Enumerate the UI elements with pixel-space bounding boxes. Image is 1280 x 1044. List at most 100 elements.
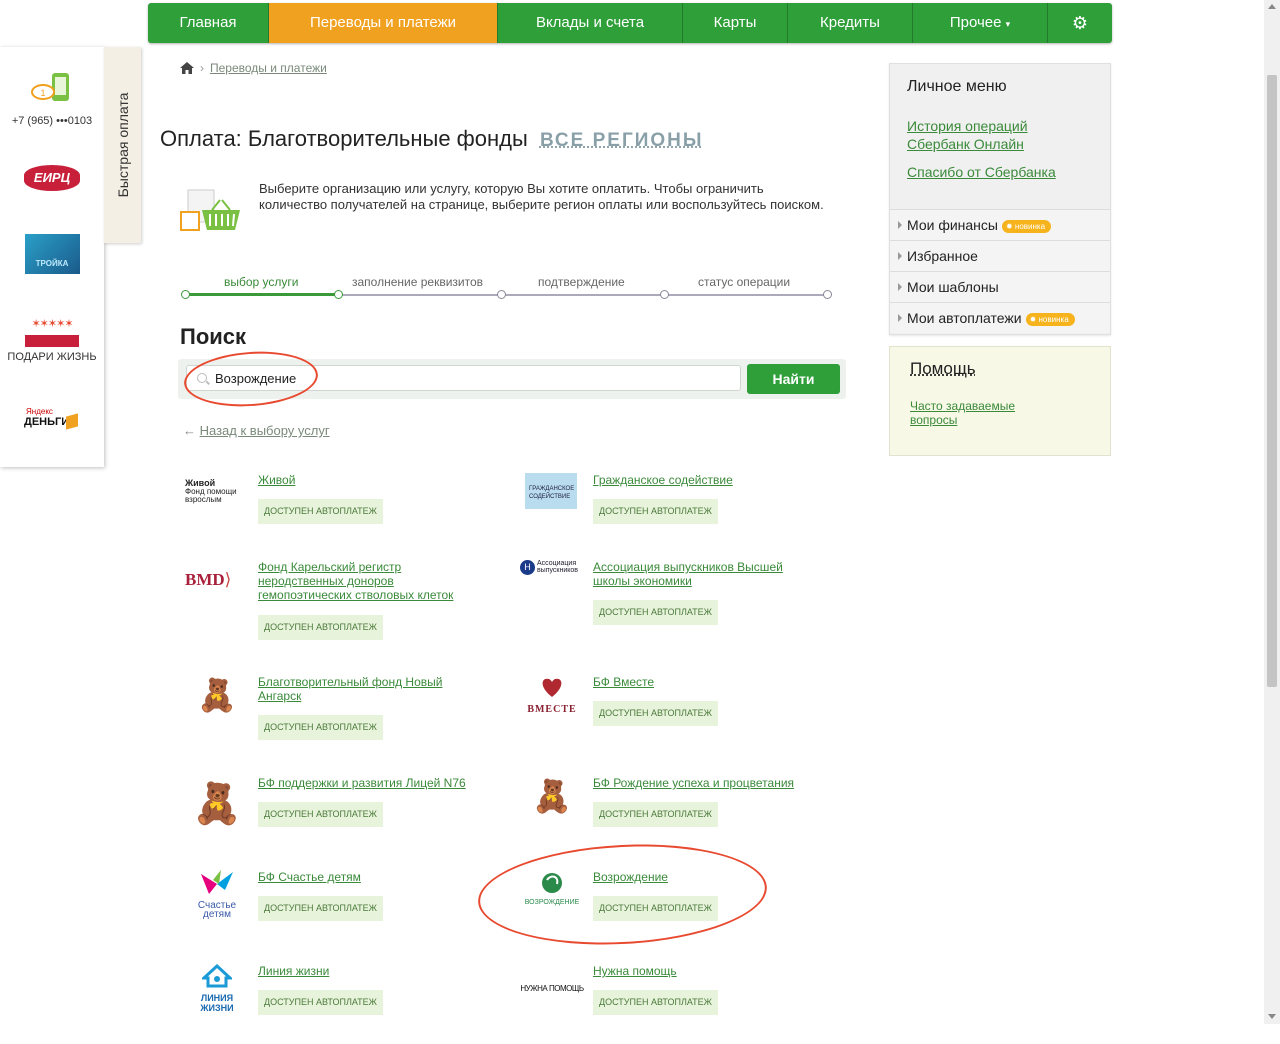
faq-link[interactable]: Часто задаваемые вопросы bbox=[910, 399, 1040, 427]
nav-other-label: Прочее bbox=[950, 14, 1002, 31]
phone-payment-icon: 1 bbox=[27, 72, 77, 106]
breadcrumb-transfers-link[interactable]: Переводы и платежи bbox=[210, 61, 327, 75]
new-badge-label: новинка bbox=[1039, 315, 1069, 324]
all-regions-link[interactable]: ВСЕ РЕГИОНЫ bbox=[540, 130, 704, 151]
menu-my-finances[interactable]: Мои финансы ✹ новинка bbox=[890, 209, 1110, 240]
autopay-badge: ДОСТУПЕН АВТОПЛАТЕЖ bbox=[258, 615, 383, 640]
service-link[interactable]: Линия жизни bbox=[258, 964, 478, 978]
nav-home[interactable]: Главная bbox=[148, 3, 269, 43]
service-link[interactable]: Ассоциация выпускников Высшей школы экон… bbox=[593, 560, 813, 588]
personal-menu-title: Личное меню bbox=[907, 78, 1007, 96]
menu-my-templates[interactable]: Мои шаблоны bbox=[890, 271, 1110, 302]
steps-track-active bbox=[185, 293, 338, 296]
menu-my-autopayments[interactable]: Мои автоплатежи ✹ новинка bbox=[890, 302, 1110, 333]
autopay-badge: ДОСТУПЕН АВТОПЛАТЕЖ bbox=[593, 802, 718, 827]
service-item: ГРАЖДАНСКОЕ СОДЕЙСТВИЕ Гражданское содей… bbox=[520, 473, 820, 553]
svg-text:1: 1 bbox=[40, 88, 45, 98]
quick-pay-troika[interactable]: ТРОЙКА bbox=[0, 234, 104, 274]
troika-logo: ТРОЙКА bbox=[25, 234, 80, 274]
new-badge: ✹ новинка bbox=[1002, 220, 1051, 233]
teddy-bear-icon[interactable]: 🧸 bbox=[520, 776, 584, 818]
menu-my-finances-label: Мои финансы bbox=[907, 217, 998, 233]
step-dot bbox=[497, 290, 506, 299]
nav-cards[interactable]: Карты bbox=[683, 3, 788, 43]
autopay-badge: ДОСТУПЕН АВТОПЛАТЕЖ bbox=[593, 600, 718, 625]
arrow-right-icon bbox=[898, 314, 902, 322]
troika-logo-text: ТРОЙКА bbox=[36, 259, 69, 268]
page-title-text: Оплата: Благотворительные фонды bbox=[160, 126, 528, 151]
step-select-service: выбор услуги bbox=[224, 275, 299, 289]
chevron-right-icon: › bbox=[200, 61, 204, 75]
spasibo-link[interactable]: Спасибо от Сбербанка bbox=[907, 163, 1056, 181]
annotation-circle-search bbox=[182, 347, 319, 410]
service-item: Счастье детям БФ Счастье детям ДОСТУПЕН А… bbox=[185, 870, 485, 950]
service-item: 🧸 БФ Рождение успеха и процветания ДОСТУ… bbox=[520, 776, 820, 856]
service-link[interactable]: Живой bbox=[258, 473, 478, 487]
page-scrollbar[interactable] bbox=[1264, 0, 1280, 1024]
arrow-left-icon: ← bbox=[183, 423, 196, 438]
back-to-services-link[interactable]: Назад к выбору услуг bbox=[200, 423, 330, 438]
service-link[interactable]: БФ поддержки и развития Лицей N76 bbox=[258, 776, 478, 790]
service-link[interactable]: БФ Рождение успеха и процветания bbox=[593, 776, 813, 790]
search-title: Поиск bbox=[180, 324, 246, 350]
arrow-right-icon bbox=[898, 283, 902, 291]
quick-pay-emr[interactable]: ЕИРЦ bbox=[0, 165, 104, 191]
service-link[interactable]: БФ Счастье детям bbox=[258, 870, 478, 884]
hands-heart-icon bbox=[537, 675, 567, 699]
yandex-money-logo: Яндекс ДЕНЬГИ bbox=[24, 407, 80, 428]
nav-transfers-payments[interactable]: Переводы и платежи bbox=[269, 3, 498, 43]
help-title[interactable]: Помощь bbox=[910, 359, 976, 379]
scroll-down-icon[interactable] bbox=[1268, 1014, 1276, 1019]
service-item: Н Ассоциация выпускников Ассоциация выпу… bbox=[520, 560, 820, 640]
quick-pay-yandex-money[interactable]: Яндекс ДЕНЬГИ bbox=[0, 407, 104, 428]
service-link[interactable]: Гражданское содействие bbox=[593, 473, 813, 487]
nav-credits[interactable]: Кредиты bbox=[788, 3, 913, 43]
service-logo-bmd[interactable]: BMD⟩ bbox=[185, 570, 249, 612]
autopay-badge: ДОСТУПЕН АВТОПЛАТЕЖ bbox=[258, 896, 383, 921]
service-logo-need-help[interactable]: НУЖНА ПОМОЩЬ bbox=[520, 964, 584, 1006]
menu-favorites[interactable]: Избранное bbox=[890, 240, 1110, 271]
quick-pay-tab-label: Быстрая оплата bbox=[115, 93, 131, 198]
service-link[interactable]: Благотворительный фонд Новый Ангарск bbox=[258, 675, 478, 703]
autopay-badge: ДОСТУПЕН АВТОПЛАТЕЖ bbox=[258, 990, 383, 1015]
breadcrumb: › Переводы и платежи bbox=[180, 61, 327, 75]
quick-pay-phone[interactable]: 1 +7 (965) •••0103 bbox=[0, 72, 104, 127]
service-item: BMD⟩ Фонд Карельский регистр неродственн… bbox=[185, 560, 485, 650]
service-logo-zhivoy[interactable]: Живой Фонд помощи взрослым bbox=[185, 473, 249, 521]
chevron-down-icon: ▾ bbox=[1006, 19, 1011, 29]
autopay-badge: ДОСТУПЕН АВТОПЛАТЕЖ bbox=[258, 802, 383, 827]
service-link[interactable]: Нужна помощь bbox=[593, 964, 813, 978]
service-logo-vmeste[interactable]: ВМЕСТЕ bbox=[520, 675, 584, 717]
service-item: 🧸 БФ поддержки и развития Лицей N76 ДОСТ… bbox=[185, 776, 485, 856]
service-link[interactable]: Фонд Карельский регистр неродственных до… bbox=[258, 560, 478, 602]
step-status: статус операции bbox=[698, 275, 790, 289]
operations-history-link[interactable]: История операций Сбербанк Онлайн bbox=[907, 117, 1057, 153]
quick-pay-panel: 1 +7 (965) •••0103 ЕИРЦ ТРОЙКА ✶✶✶✶✶ ПОД… bbox=[0, 47, 104, 467]
service-logo-happy-children[interactable]: Счастье детям bbox=[185, 870, 249, 912]
emr-logo-text: ЕИРЦ bbox=[34, 170, 70, 185]
gift-life-label: ПОДАРИ ЖИЗНЬ bbox=[0, 351, 104, 363]
teddy-bear-icon[interactable]: 🧸 bbox=[185, 675, 249, 717]
service-logo-life-line[interactable]: ЛИНИЯ ЖИЗНИ bbox=[185, 964, 249, 1006]
step-dot bbox=[660, 290, 669, 299]
service-logo-hse-alumni[interactable]: Н Ассоциация выпускников bbox=[520, 560, 584, 602]
scroll-thumb[interactable] bbox=[1267, 75, 1277, 687]
quick-pay-tab[interactable]: Быстрая оплата bbox=[104, 47, 141, 243]
scroll-up-icon[interactable] bbox=[1268, 4, 1276, 9]
search-button[interactable]: Найти bbox=[747, 364, 840, 394]
autopay-badge: ДОСТУПЕН АВТОПЛАТЕЖ bbox=[258, 715, 383, 740]
new-badge: ✹ новинка bbox=[1026, 313, 1075, 326]
step-dot bbox=[181, 290, 190, 299]
service-logo-civic[interactable]: ГРАЖДАНСКОЕ СОДЕЙСТВИЕ bbox=[525, 473, 577, 509]
help-box: Помощь Часто задаваемые вопросы bbox=[889, 346, 1111, 456]
settings-gear-icon[interactable]: ⚙ bbox=[1048, 3, 1112, 43]
quick-pay-gift-life[interactable]: ✶✶✶✶✶ ПОДАРИ ЖИЗНЬ bbox=[0, 315, 104, 363]
teddy-bear-icon[interactable]: 🧸 bbox=[185, 776, 249, 832]
service-link[interactable]: БФ Вместе bbox=[593, 675, 813, 689]
nav-deposits[interactable]: Вклады и счета bbox=[498, 3, 683, 43]
step-dot bbox=[334, 290, 343, 299]
arrow-right-icon bbox=[898, 221, 902, 229]
home-icon[interactable] bbox=[180, 62, 194, 74]
autopay-badge: ДОСТУПЕН АВТОПЛАТЕЖ bbox=[593, 499, 718, 524]
nav-other[interactable]: Прочее ▾ bbox=[913, 3, 1048, 43]
